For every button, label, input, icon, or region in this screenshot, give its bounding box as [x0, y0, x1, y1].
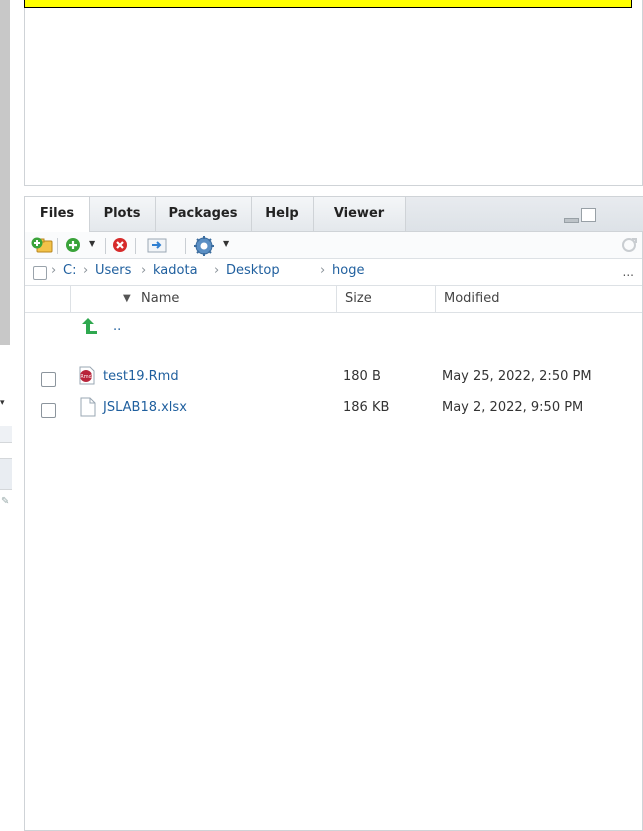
row-checkbox[interactable] [41, 372, 56, 387]
tab-viewer[interactable]: Viewer [314, 197, 404, 231]
breadcrumb-separator-icon: › [141, 263, 147, 278]
files-pane: Files Plots Packages Help Viewer ▼ ▼ › C… [24, 196, 643, 831]
file-name-link[interactable]: test19.Rmd [103, 369, 179, 384]
left-pane-edge: ▾ ✎ [0, 0, 22, 831]
viewer-pane [24, 0, 643, 186]
new-folder-icon[interactable] [31, 236, 53, 254]
pane-tab-bar: Files Plots Packages Help Viewer [25, 197, 643, 232]
chevron-down-icon[interactable]: ▼ [89, 239, 95, 248]
breadcrumb-item[interactable]: Desktop [226, 263, 280, 278]
breadcrumb-separator-icon: › [320, 263, 326, 278]
row-checkbox[interactable] [41, 403, 56, 418]
maximize-pane-icon[interactable] [581, 208, 596, 222]
go-up-arrow-icon[interactable] [78, 316, 98, 340]
column-header-size[interactable]: Size [336, 286, 437, 312]
pencil-icon[interactable]: ✎ [1, 496, 9, 507]
column-header-modified[interactable]: Modified [435, 286, 643, 312]
minimize-pane-icon[interactable] [564, 218, 579, 223]
list-item[interactable]: .. [25, 313, 642, 339]
tab-files[interactable]: Files [25, 197, 90, 232]
files-toolbar: ▼ ▼ [25, 232, 642, 259]
left-pane-scrollbar[interactable] [0, 0, 10, 345]
new-file-icon[interactable] [65, 236, 83, 254]
column-header-name[interactable]: ▼ Name [70, 286, 339, 312]
file-size: 180 B [343, 369, 381, 384]
refresh-icon[interactable] [620, 236, 638, 254]
file-size: 186 KB [343, 400, 390, 415]
tab-plots[interactable]: Plots [90, 197, 154, 231]
delete-icon[interactable] [112, 236, 130, 254]
file-name-link[interactable]: JSLAB18.xlsx [103, 400, 187, 415]
breadcrumb-item[interactable]: hoge [332, 263, 364, 278]
rmd-file-icon: Rmd [78, 366, 96, 390]
breadcrumb-separator-icon: › [83, 263, 89, 278]
gear-icon[interactable] [193, 236, 214, 256]
select-all-checkbox[interactable] [33, 266, 47, 280]
breadcrumb-item[interactable]: Users [95, 263, 131, 278]
highlight-box [24, 0, 632, 8]
left-pane-caret-icon[interactable]: ▾ [0, 398, 5, 408]
rename-icon[interactable] [147, 236, 167, 254]
breadcrumb: › C: › Users › kadota › Desktop › hoge .… [25, 259, 642, 286]
file-modified: May 25, 2022, 2:50 PM [442, 369, 592, 384]
breadcrumb-separator-icon: › [214, 263, 220, 278]
tab-help[interactable]: Help [252, 197, 312, 231]
sort-down-icon: ▼ [123, 293, 131, 304]
breadcrumb-item[interactable]: kadota [153, 263, 198, 278]
breadcrumb-item[interactable]: C: [63, 263, 76, 278]
blank-file-icon [80, 397, 96, 421]
table-row[interactable]: Rmd test19.Rmd 180 B May 25, 2022, 2:50 … [25, 365, 642, 391]
chevron-down-icon[interactable]: ▼ [223, 239, 229, 248]
tab-packages[interactable]: Packages [156, 197, 250, 231]
more-icon[interactable]: ... [623, 265, 634, 279]
table-row[interactable]: JSLAB18.xlsx 186 KB May 2, 2022, 9:50 PM [25, 396, 642, 422]
svg-text:Rmd: Rmd [80, 374, 92, 380]
left-pane-divider [0, 426, 12, 443]
file-list-header: ▼ Name Size Modified [25, 286, 642, 313]
left-pane-toolbar [0, 458, 12, 490]
file-modified: May 2, 2022, 9:50 PM [442, 400, 584, 415]
breadcrumb-separator-icon: › [51, 263, 57, 278]
parent-dir-link[interactable]: .. [113, 319, 121, 334]
